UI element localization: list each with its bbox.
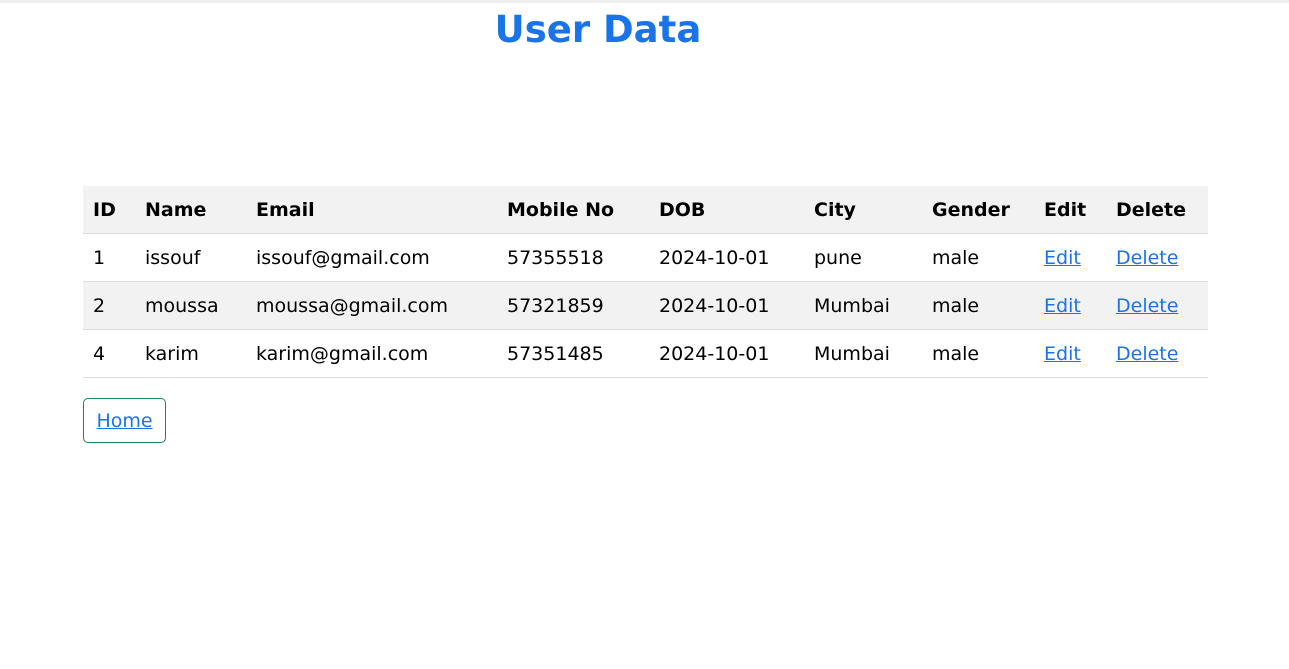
cell-email: karim@gmail.com [246,329,497,378]
delete-link[interactable]: Delete [1116,343,1178,365]
table-header-row: ID Name Email Mobile No DOB City Gender … [83,186,1208,234]
cell-gender: male [922,329,1034,378]
cell-delete: Delete [1106,281,1208,330]
cell-id: 1 [83,233,135,282]
header-mobile: Mobile No [497,186,649,234]
user-table: ID Name Email Mobile No DOB City Gender … [83,186,1208,378]
cell-delete: Delete [1106,233,1208,282]
header-id: ID [83,186,135,234]
cell-city: Mumbai [804,281,922,330]
cell-name: issouf [135,233,246,282]
cell-id: 4 [83,329,135,378]
cell-id: 2 [83,281,135,330]
cell-edit: Edit [1034,329,1106,378]
cell-city: Mumbai [804,329,922,378]
delete-link[interactable]: Delete [1116,247,1178,269]
header-dob: DOB [649,186,804,234]
edit-link[interactable]: Edit [1044,247,1081,269]
edit-link[interactable]: Edit [1044,295,1081,317]
cell-edit: Edit [1034,233,1106,282]
cell-email: moussa@gmail.com [246,281,497,330]
cell-mobile: 57351485 [497,329,649,378]
table-row: 1 issouf issouf@gmail.com 57355518 2024-… [83,233,1208,282]
cell-edit: Edit [1034,281,1106,330]
home-link[interactable]: Home [96,410,152,432]
table-row: 4 karim karim@gmail.com 57351485 2024-10… [83,329,1208,378]
header-name: Name [135,186,246,234]
header-email: Email [246,186,497,234]
top-border [0,0,1289,3]
home-button[interactable]: Home [83,398,166,443]
header-city: City [804,186,922,234]
edit-link[interactable]: Edit [1044,343,1081,365]
cell-delete: Delete [1106,329,1208,378]
cell-dob: 2024-10-01 [649,233,804,282]
cell-name: moussa [135,281,246,330]
header-edit: Edit [1034,186,1106,234]
header-delete: Delete [1106,186,1208,234]
cell-city: pune [804,233,922,282]
page-title: User Data [494,8,702,51]
cell-name: karim [135,329,246,378]
cell-mobile: 57321859 [497,281,649,330]
table-row: 2 moussa moussa@gmail.com 57321859 2024-… [83,281,1208,330]
user-table-container: ID Name Email Mobile No DOB City Gender … [83,186,1208,378]
delete-link[interactable]: Delete [1116,295,1178,317]
cell-email: issouf@gmail.com [246,233,497,282]
header-gender: Gender [922,186,1034,234]
cell-dob: 2024-10-01 [649,329,804,378]
cell-gender: male [922,281,1034,330]
cell-gender: male [922,233,1034,282]
cell-mobile: 57355518 [497,233,649,282]
cell-dob: 2024-10-01 [649,281,804,330]
